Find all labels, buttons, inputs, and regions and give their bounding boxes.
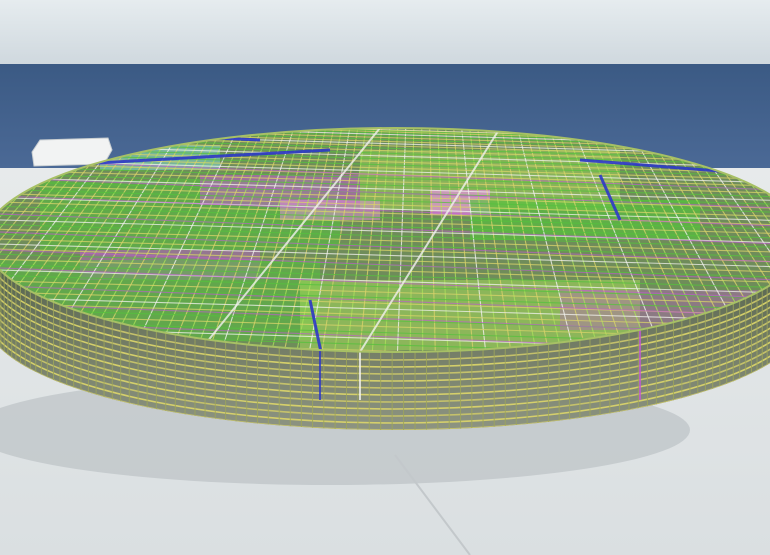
- rebar-cage-scene: [0, 0, 770, 555]
- render-viewport: [0, 0, 770, 555]
- sky: [0, 0, 770, 65]
